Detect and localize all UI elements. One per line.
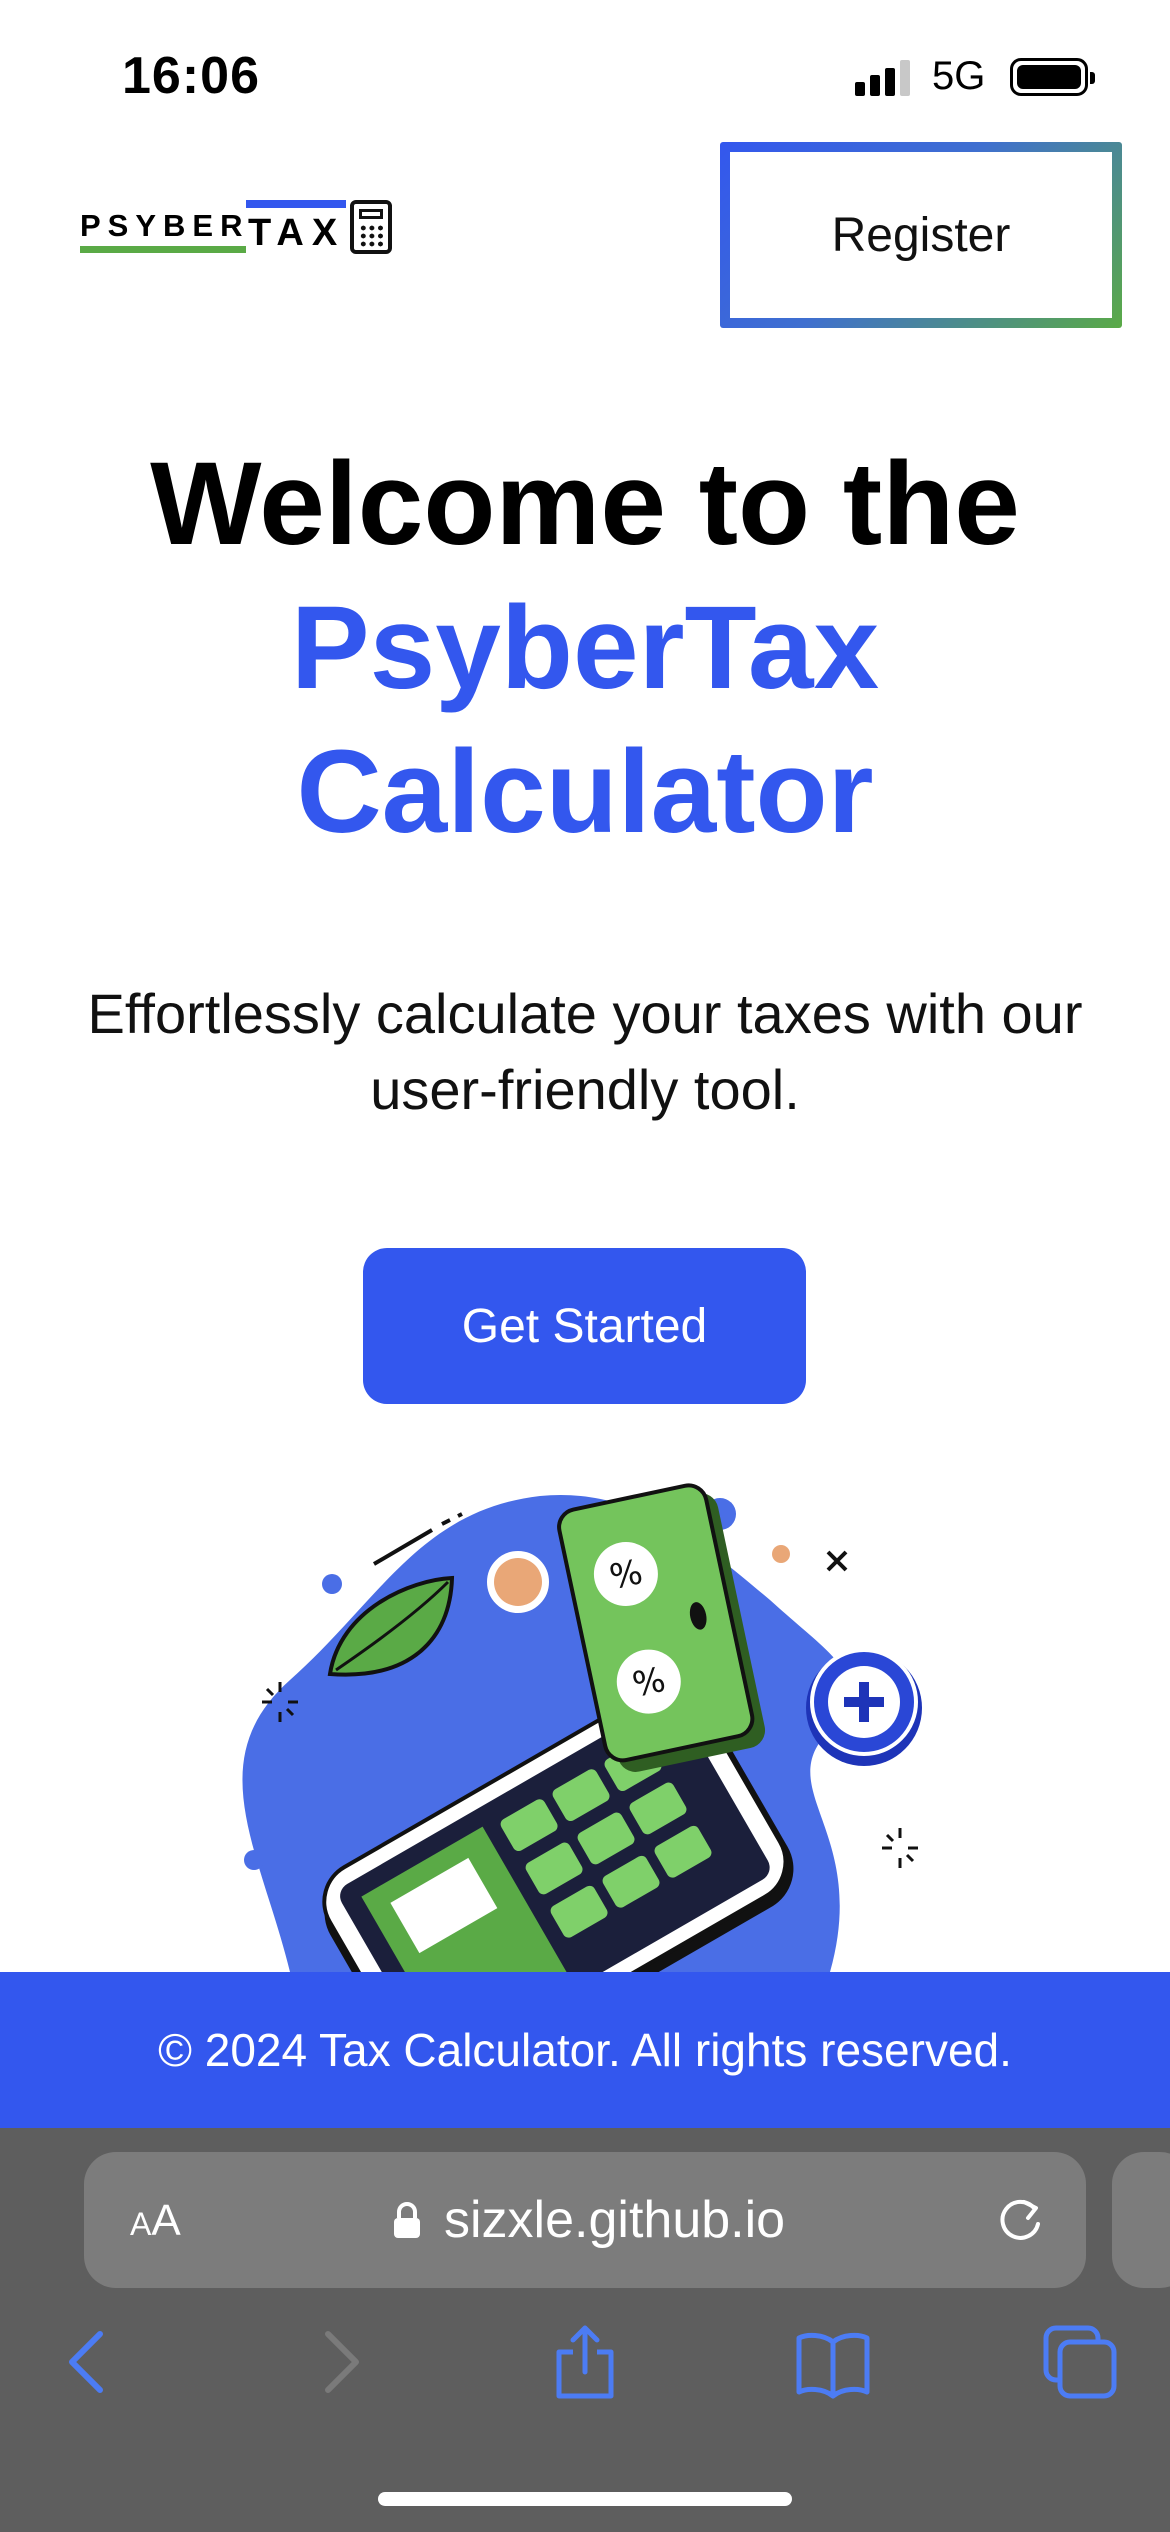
psybertax-logo[interactable]: PSYBER TAX	[80, 196, 400, 260]
hero-title-line2: PsyberTax	[290, 582, 880, 714]
home-indicator	[378, 2492, 792, 2506]
calculator-illustration: % %	[170, 1430, 1010, 1972]
bookmarks-icon[interactable]	[793, 2322, 873, 2402]
copyright-text: © 2024 Tax Calculator. All rights reserv…	[158, 2024, 1012, 2076]
url-text[interactable]: sizxle.github.io	[444, 2190, 785, 2250]
tabs-icon[interactable]	[1040, 2322, 1120, 2402]
battery-icon	[1010, 58, 1095, 96]
reader-options-button[interactable]: AA	[130, 2196, 181, 2246]
site-footer: © 2024 Tax Calculator. All rights reserv…	[0, 1972, 1170, 2128]
screen: 16:06 5G PSYBER TAX Register Welcome to …	[0, 0, 1170, 2532]
hero-tagline: Effortlessly calculate your taxes with o…	[87, 982, 1083, 1121]
hero-title-line1: Welcome to the	[150, 438, 1020, 570]
register-button[interactable]: Register	[720, 142, 1122, 328]
address-bar[interactable]: AA sizxle.github.io	[84, 2152, 1086, 2288]
status-time: 16:06	[122, 47, 260, 105]
logo-blue-bar	[246, 200, 346, 208]
back-icon[interactable]	[48, 2322, 128, 2402]
network-type: 5G	[932, 54, 986, 98]
reload-icon[interactable]	[994, 2194, 1046, 2246]
forward-icon[interactable]	[300, 2322, 380, 2402]
logo-word-psyber: PSYBER	[80, 208, 250, 243]
get-started-button[interactable]: Get Started	[363, 1248, 806, 1404]
adjacent-tab-preview[interactable]	[1112, 2152, 1170, 2288]
cellular-signal-icon	[855, 60, 915, 96]
share-icon[interactable]	[545, 2322, 625, 2402]
logo-green-bar	[80, 246, 246, 253]
status-bar: 16:06 5G	[0, 0, 1170, 140]
logo-word-tax: TAX	[248, 212, 346, 254]
hero-title-line3: Calculator	[296, 726, 874, 858]
lock-icon	[394, 2202, 420, 2238]
calculator-icon	[350, 200, 392, 254]
hero-title: Welcome to the PsyberTax Calculator	[0, 432, 1170, 864]
